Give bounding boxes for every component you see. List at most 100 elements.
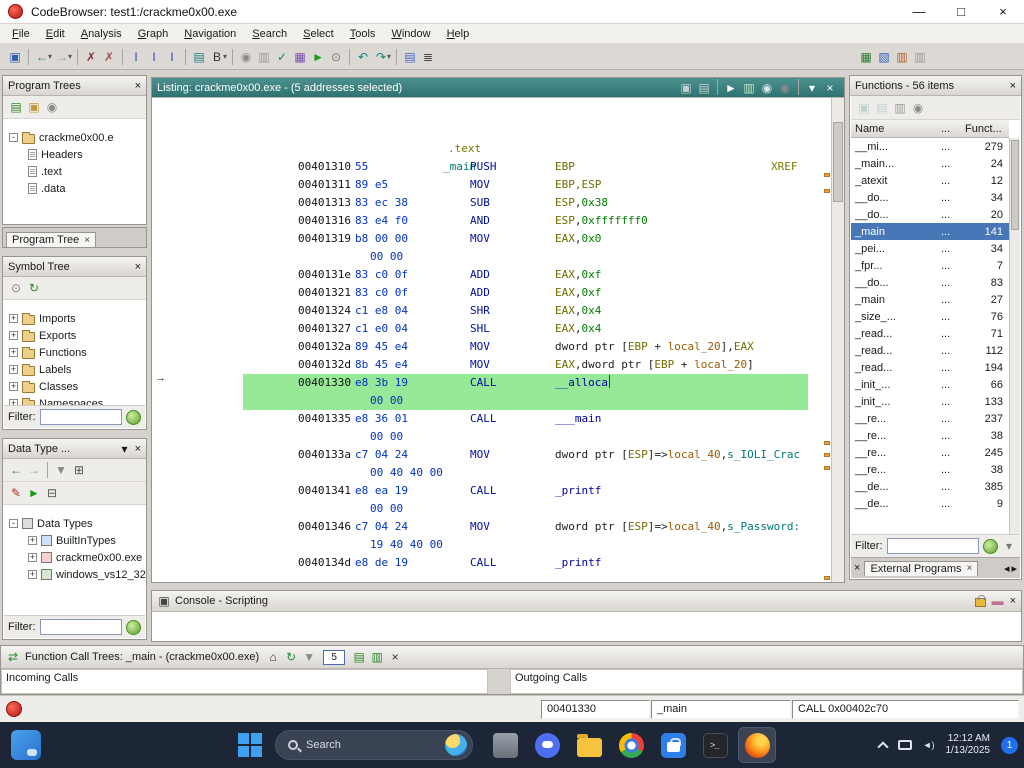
expand-icon[interactable]: ⊞: [70, 461, 88, 479]
column-header-mid[interactable]: ...: [941, 123, 965, 135]
function-row[interactable]: __de......385: [851, 478, 1009, 495]
bookmarks-icon[interactable]: ▥: [893, 48, 911, 66]
marker[interactable]: [824, 441, 830, 445]
filter-options-icon[interactable]: [126, 620, 141, 635]
tree-expander[interactable]: +: [9, 382, 18, 391]
tree-item[interactable]: +windows_vs12_32: [9, 566, 146, 583]
ibeam-icon[interactable]: I: [163, 48, 181, 66]
function-row[interactable]: _pei......34: [851, 240, 1009, 257]
open-folder-icon[interactable]: ▣: [25, 98, 43, 116]
marker[interactable]: [824, 466, 830, 470]
tree-item[interactable]: +BuiltInTypes: [9, 532, 146, 549]
listing-row[interactable]: 00401346c7 04 24MOVdword ptr [ESP]=>loca…: [243, 518, 808, 536]
menu-analysis[interactable]: Analysis: [73, 26, 130, 42]
menu-tools[interactable]: Tools: [342, 26, 384, 42]
tree-expander[interactable]: +: [28, 553, 37, 562]
camera-icon[interactable]: ◉: [237, 48, 255, 66]
tabstrip-close-icon[interactable]: ×: [854, 562, 860, 574]
app-icon-firefox[interactable]: [739, 728, 775, 762]
column-header-name[interactable]: Name: [851, 123, 941, 135]
listing-scrollbar[interactable]: [831, 98, 844, 582]
refresh-icon[interactable]: ↻: [282, 648, 300, 666]
listing-row[interactable]: 0040131683 e4 f0ANDESP,0xfffffff0: [243, 212, 808, 230]
tree-expander[interactable]: +: [28, 536, 37, 545]
function-row[interactable]: _read......71: [851, 325, 1009, 342]
menu-help[interactable]: Help: [439, 26, 478, 42]
function-row[interactable]: _size_......76: [851, 308, 1009, 325]
save-icon[interactable]: ▣: [6, 48, 24, 66]
symbol-tree-item[interactable]: +Imports: [9, 310, 146, 327]
notification-badge[interactable]: 1: [1001, 737, 1018, 754]
console-output[interactable]: [153, 612, 1020, 640]
close-dark-icon[interactable]: ×: [386, 648, 404, 666]
new-tree-icon[interactable]: ▤: [7, 98, 25, 116]
marker[interactable]: [824, 576, 830, 580]
function-row[interactable]: _main...27: [851, 291, 1009, 308]
paste-icon[interactable]: ▤: [695, 79, 713, 97]
dropdown-caret-icon[interactable]: ▾: [68, 52, 72, 61]
listing-row-continuation[interactable]: 19 40 40 00: [243, 536, 808, 554]
symbol-tree-item[interactable]: +Labels: [9, 361, 146, 378]
listing-row[interactable]: 00401327c1 e0 04SHLEAX,0x4: [243, 320, 808, 338]
select-arrow-icon[interactable]: ►: [722, 79, 740, 97]
paste-icon[interactable]: ▤: [873, 99, 891, 117]
tree-item[interactable]: Headers: [9, 146, 146, 163]
menu-select[interactable]: Select: [295, 26, 342, 42]
listing-view[interactable]: .text XREF _main 0040131055PUSHEBP004013…: [153, 98, 831, 582]
function-row[interactable]: __de......9: [851, 495, 1009, 512]
clear-code-icon[interactable]: ✗: [82, 48, 100, 66]
menu-graph[interactable]: Graph: [130, 26, 177, 42]
listing-row[interactable]: 0040134de8 de 19CALL_printf: [243, 554, 808, 572]
close-icon[interactable]: ×: [135, 261, 141, 273]
go-icon[interactable]: ►: [309, 48, 327, 66]
marker[interactable]: [824, 453, 830, 457]
listing-row-continuation[interactable]: 00 00: [243, 500, 808, 518]
tree-item-root[interactable]: -crackme0x00.e: [9, 129, 146, 146]
incoming-calls-pane[interactable]: Incoming Calls: [1, 669, 488, 694]
copy-icon[interactable]: ▣: [855, 99, 873, 117]
check-icon[interactable]: ✓: [273, 48, 291, 66]
out-tree-icon[interactable]: ▥: [368, 648, 386, 666]
menu-search[interactable]: Search: [244, 26, 295, 42]
function-row[interactable]: __re......38: [851, 427, 1009, 444]
go-icon[interactable]: ►: [25, 484, 43, 502]
collapse-icon[interactable]: ⊟: [43, 484, 61, 502]
listing-row[interactable]: 00401341e8 ea 19CALL_printf: [243, 482, 808, 500]
tab-scroll-left-icon[interactable]: ◂: [1004, 562, 1010, 575]
menu-chevron-icon[interactable]: ▾: [803, 79, 821, 97]
listing-row-continuation[interactable]: 00 40 40 00: [243, 464, 808, 482]
close-icon[interactable]: ×: [821, 79, 839, 97]
listing-row[interactable]: 00401335e8 36 01CALL___main: [243, 410, 808, 428]
listing-row-continuation[interactable]: 00 00: [243, 428, 808, 446]
tree-item[interactable]: .text: [9, 163, 146, 180]
menu-file[interactable]: File: [4, 26, 38, 42]
taskbar-clock[interactable]: 12:12 AM 1/13/2025: [946, 733, 991, 757]
tab-external-programs[interactable]: External Programs ×: [864, 561, 978, 576]
camera-icon[interactable]: ◉: [909, 99, 927, 117]
lock-icon[interactable]: [975, 598, 986, 607]
home-icon[interactable]: ⌂: [264, 648, 282, 666]
app-icon-explorer[interactable]: [571, 728, 607, 762]
in-tree-icon[interactable]: ▤: [350, 648, 368, 666]
function-row[interactable]: __re......245: [851, 444, 1009, 461]
chevron-down-icon[interactable]: ▾: [119, 440, 131, 458]
menu-navigation[interactable]: Navigation: [176, 26, 244, 42]
listing-row[interactable]: 00401330e8 3b 19CALL__alloca: [243, 374, 808, 392]
ghidra-status-icon[interactable]: [6, 701, 22, 717]
columns-icon[interactable]: ▥: [891, 99, 909, 117]
scrollbar-thumb[interactable]: [833, 122, 843, 202]
diff-icon[interactable]: ▥: [740, 79, 758, 97]
tab-close-icon[interactable]: ×: [84, 235, 90, 246]
camera-icon[interactable]: ◉: [43, 98, 61, 116]
pattern-icon[interactable]: ▦: [291, 48, 309, 66]
menu-window[interactable]: Window: [383, 26, 438, 42]
snapshot-icon[interactable]: ◉: [758, 79, 776, 97]
search-edit-icon[interactable]: ⊙: [327, 48, 345, 66]
marker[interactable]: [824, 189, 830, 193]
function-row[interactable]: __re......237: [851, 410, 1009, 427]
listing-row[interactable]: 0040133ac7 04 24MOVdword ptr [ESP]=>loca…: [243, 446, 808, 464]
listing-row[interactable]: 0040131383 ec 38SUBESP,0x38: [243, 194, 808, 212]
function-row[interactable]: _init_......133: [851, 393, 1009, 410]
close-icon[interactable]: ×: [135, 80, 141, 92]
taskbar-search[interactable]: Search: [275, 730, 473, 760]
